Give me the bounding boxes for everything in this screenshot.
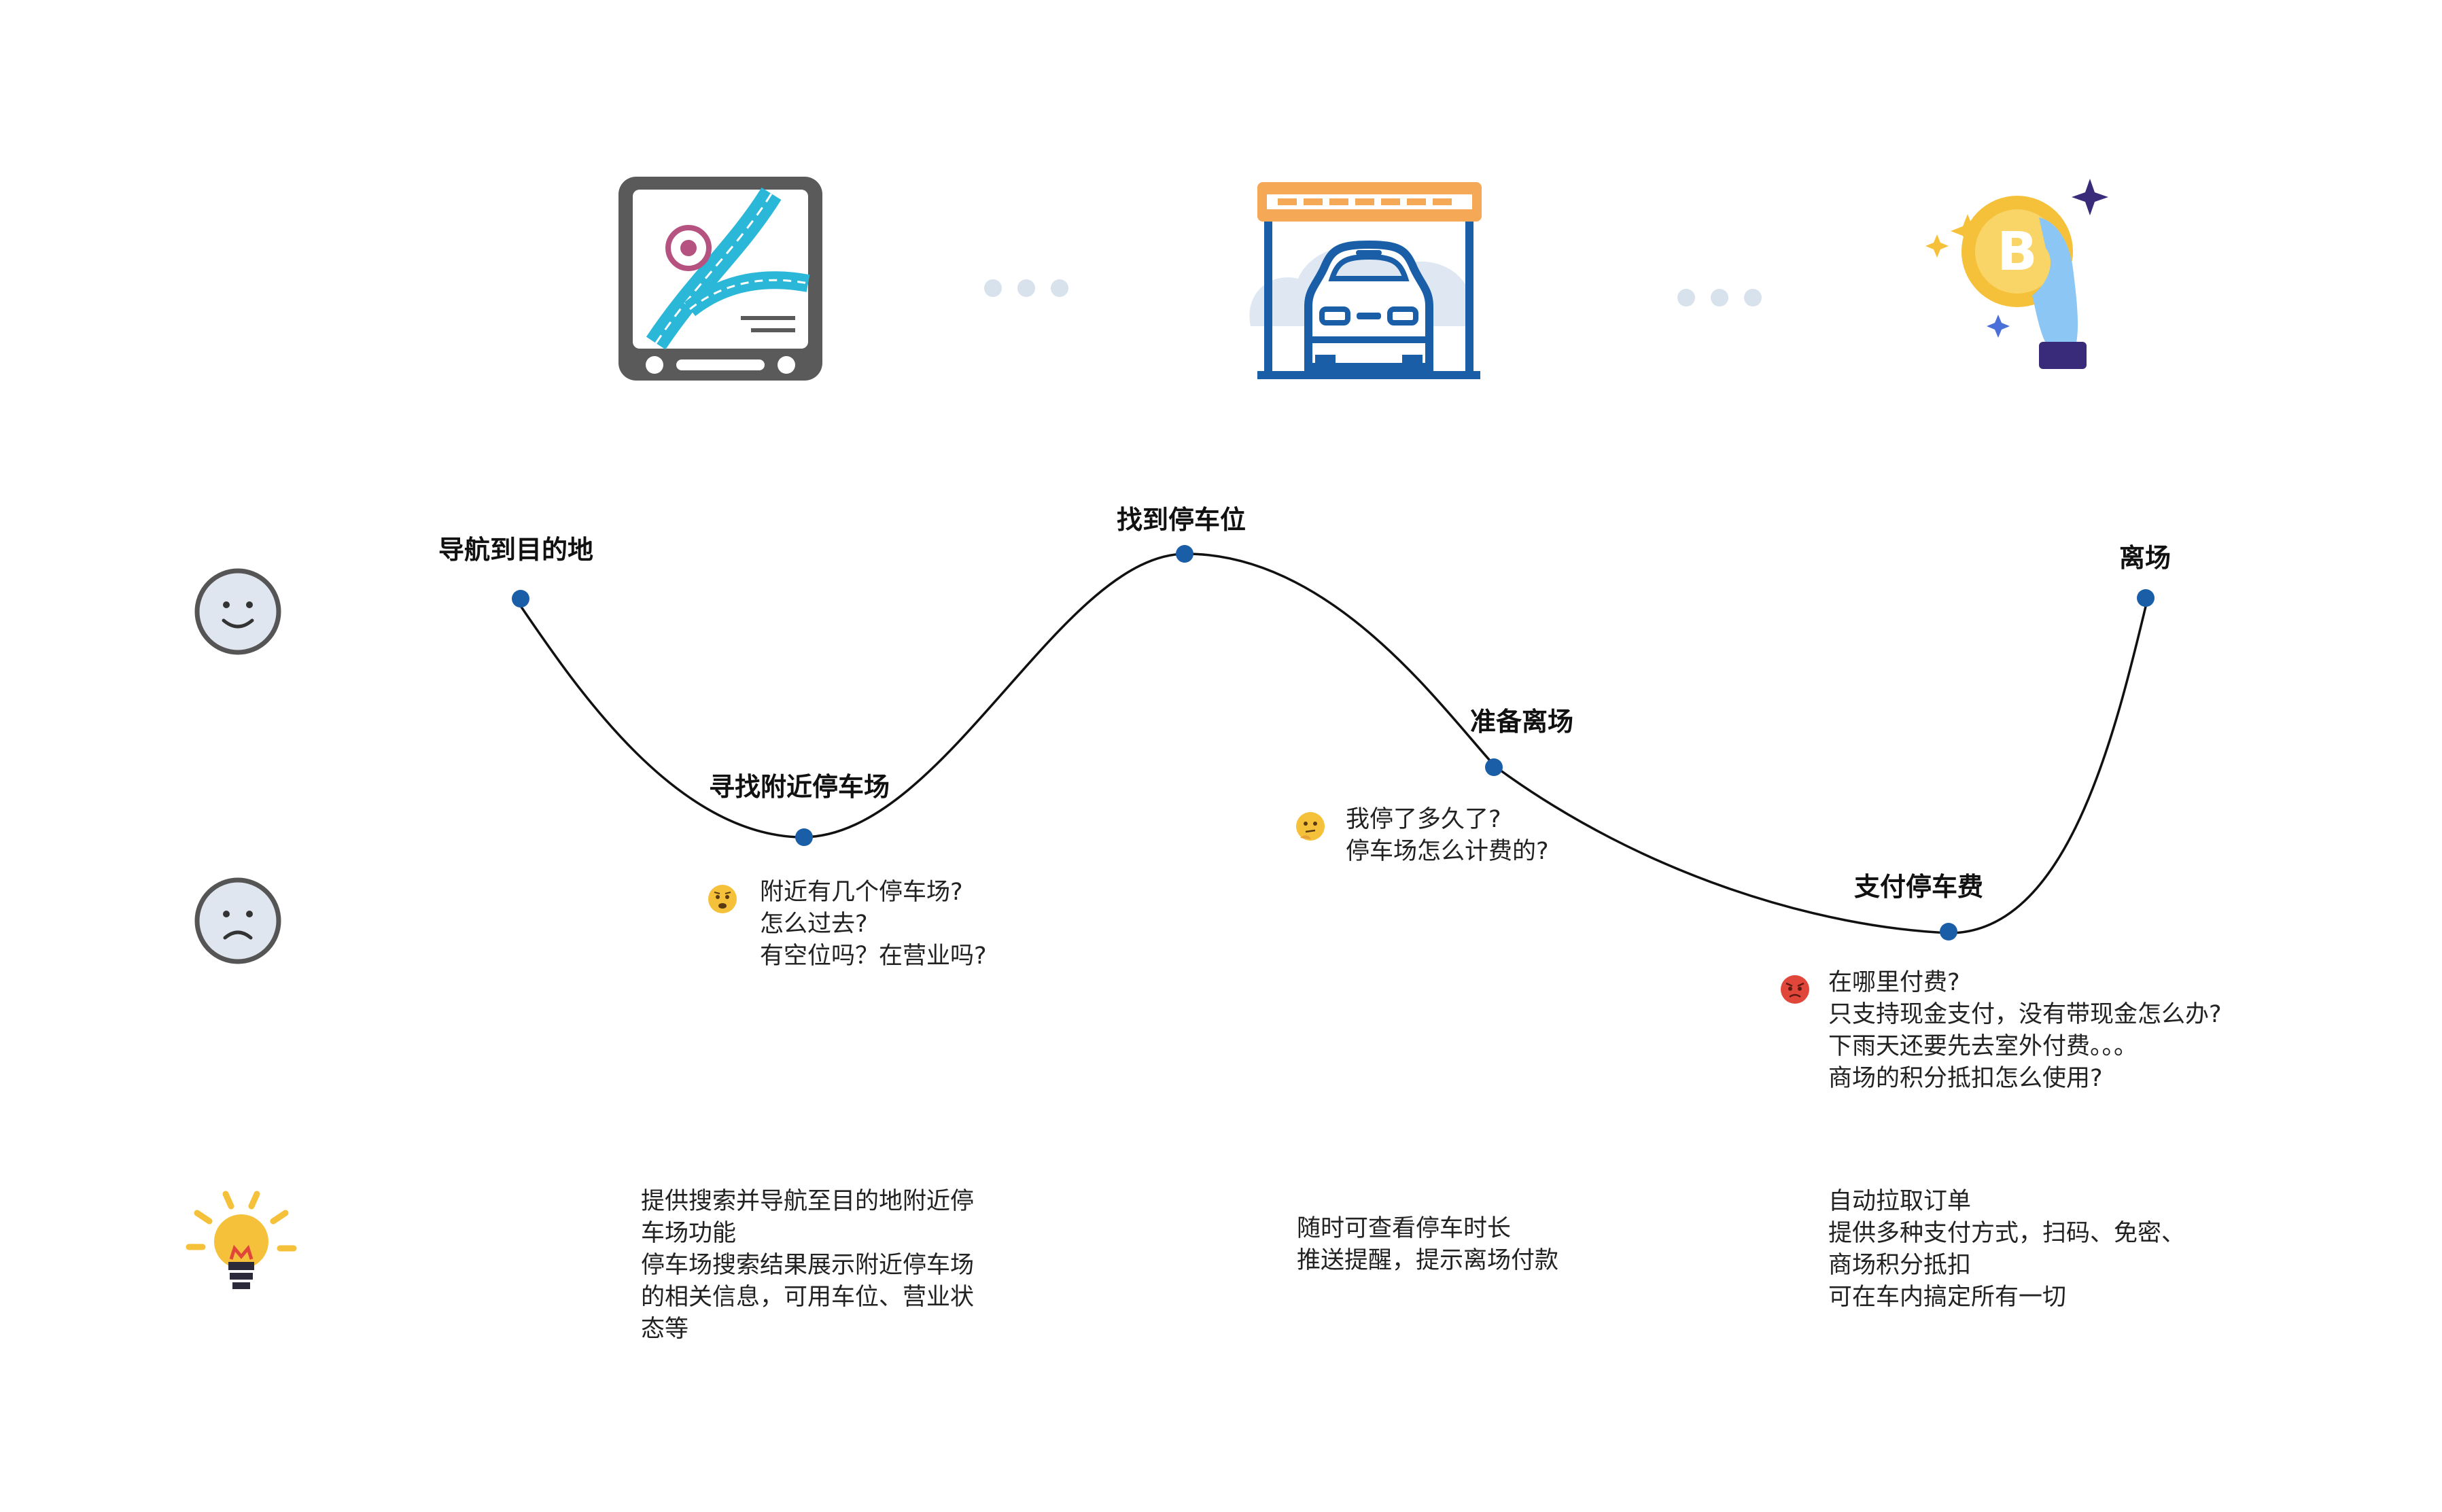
worried-face-icon: [708, 885, 737, 913]
idea-note: 自动拉取订单 提供多种支付方式，扫码、免密、 商场积分抵扣 可在车内搞定所有一切: [1828, 1188, 2186, 1311]
stage-label: 支付停车费: [1854, 872, 1984, 902]
stage-label: 寻找附近停车场: [709, 772, 890, 802]
pain-point-note: 附近有几个停车场? 怎么过去? 有空位吗？在营业吗?: [760, 879, 987, 970]
stage-point: [1176, 545, 1193, 563]
idea-note: 提供搜索并导航至目的地附近停 车场功能 停车场搜索结果展示附近停车场 的相关信息…: [641, 1188, 975, 1343]
pain-point-note: 我停了多久了? 停车场怎么计费的?: [1346, 806, 1549, 865]
stage-label: 导航到目的地: [438, 535, 594, 565]
stage-label: 准备离场: [1470, 707, 1574, 737]
stage-point: [1940, 923, 1957, 940]
stage-label: 离场: [2119, 543, 2171, 573]
stage-label: 找到停车位: [1117, 505, 1246, 535]
angry-face-icon: [1781, 975, 1809, 1004]
idea-note: 随时可查看停车时长 推送提醒，提示离场付款: [1297, 1215, 1559, 1274]
thinking-face-icon: [1296, 812, 1325, 841]
journey-map: B 导航到目的地 寻找附近停车场 找到停车位 准备离场 支付停车费 离场 附近有…: [0, 0, 2442, 1512]
stage-point: [2137, 589, 2155, 607]
stage-point: [795, 828, 813, 846]
stage-point: [512, 590, 529, 608]
pain-point-note: 在哪里付费? 只支持现金支付，没有带现金怎么办? 下雨天还要先去室外付费。。。 …: [1828, 969, 2222, 1092]
stage-point: [1485, 758, 1503, 776]
